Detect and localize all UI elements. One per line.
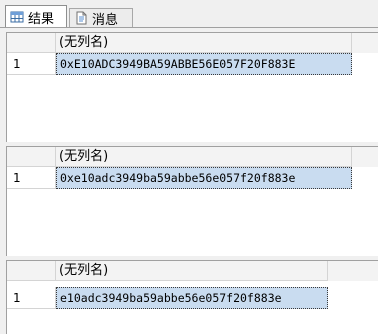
- grid-corner-cell[interactable]: [7, 147, 56, 167]
- tab-bar-divider: [0, 27, 378, 28]
- results-tab-bar: 结果 消息: [0, 0, 378, 28]
- tab-messages-label: 消息: [92, 12, 119, 28]
- result-grid-2[interactable]: (无列名) 1 0xe10adc3949ba59abbe56e057f20f88…: [6, 146, 378, 256]
- grid-corner-cell[interactable]: [7, 33, 56, 53]
- row-number[interactable]: 1: [7, 287, 56, 309]
- result-grid-1[interactable]: (无列名) 1 0xE10ADC3949BA59ABBE56E057F20F88…: [6, 32, 378, 142]
- grid-header: (无列名): [7, 261, 378, 281]
- column-header[interactable]: (无列名): [56, 33, 352, 53]
- message-document-icon: [76, 11, 87, 25]
- table-row[interactable]: 1 0xe10adc3949ba59abbe56e057f20f883e: [7, 167, 378, 189]
- table-row[interactable]: 1 e10adc3949ba59abbe56e057f20f883e: [7, 287, 378, 309]
- result-cell[interactable]: 0xe10adc3949ba59abbe56e057f20f883e: [56, 167, 352, 189]
- result-cell[interactable]: 0xE10ADC3949BA59ABBE56E057F20F883E: [56, 53, 352, 75]
- grid-results-icon: [10, 11, 24, 23]
- tab-messages[interactable]: 消息: [69, 8, 133, 28]
- column-header[interactable]: (无列名): [56, 147, 352, 167]
- grid-header: (无列名): [7, 33, 378, 53]
- tab-results[interactable]: 结果: [5, 5, 67, 28]
- grid-corner-cell[interactable]: [7, 261, 56, 281]
- result-grid-3[interactable]: (无列名) 1 e10adc3949ba59abbe56e057f20f883e: [6, 260, 378, 334]
- grid-header: (无列名): [7, 147, 378, 167]
- row-number[interactable]: 1: [7, 53, 56, 75]
- result-cell[interactable]: e10adc3949ba59abbe56e057f20f883e: [56, 287, 328, 309]
- tab-results-label: 结果: [28, 11, 55, 27]
- column-header[interactable]: (无列名): [56, 261, 328, 281]
- row-number[interactable]: 1: [7, 167, 56, 189]
- table-row[interactable]: 1 0xE10ADC3949BA59ABBE56E057F20F883E: [7, 53, 378, 75]
